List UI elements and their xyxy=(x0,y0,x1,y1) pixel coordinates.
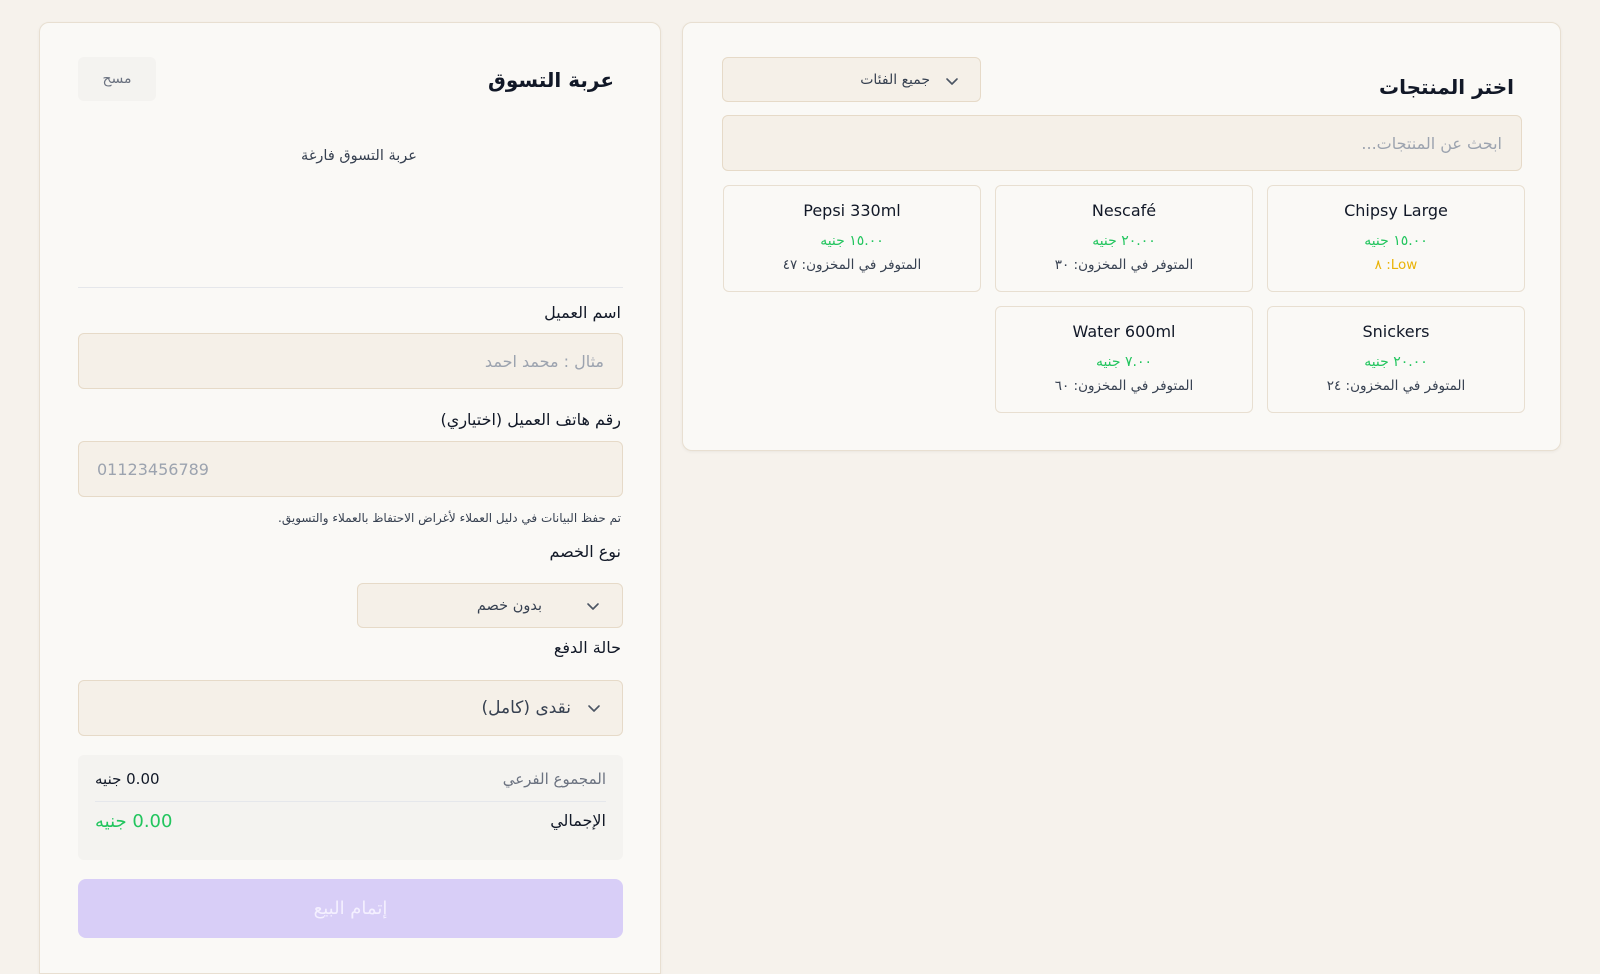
product-name: Pepsi 330ml xyxy=(803,201,901,220)
discount-type-select[interactable]: بدون خصم xyxy=(357,583,623,628)
products-panel: اختر المنتجات جميع الفئات Chipsy Large ١… xyxy=(682,22,1561,451)
product-stock-low: Low: ٨ xyxy=(1374,257,1418,273)
product-card-chipsy-large[interactable]: Chipsy Large ١٥.٠٠ جنيه Low: ٨ xyxy=(1267,185,1525,292)
discount-type-value: بدون خصم xyxy=(476,597,542,614)
product-name: Nescafé xyxy=(1091,201,1157,220)
customer-data-hint: تم حفظ البيانات في دليل العملاء لأغراض ا… xyxy=(278,511,621,525)
category-select-value: جميع الفئات xyxy=(860,71,930,88)
product-search-input[interactable] xyxy=(722,115,1522,171)
product-stock: المتوفر في المخزون: ٣٠ xyxy=(1054,257,1194,273)
product-price: ٢٠.٠٠ جنيه xyxy=(1364,354,1428,370)
payment-status-select[interactable]: نقدى (كامل) xyxy=(78,680,623,736)
totals-divider xyxy=(95,801,606,802)
product-stock: المتوفر في المخزون: ٢٤ xyxy=(1326,378,1466,394)
chevron-down-icon xyxy=(946,78,958,85)
product-card-pepsi[interactable]: Pepsi 330ml ١٥.٠٠ جنيه المتوفر في المخزو… xyxy=(723,185,981,292)
total-label: الإجمالي xyxy=(550,811,606,830)
total-value: 0.00 جنيه xyxy=(95,811,173,832)
product-name: Snickers xyxy=(1362,322,1430,341)
customer-phone-label: رقم هاتف العميل (اختياري) xyxy=(440,410,621,429)
clear-cart-button[interactable]: مسح xyxy=(78,57,156,101)
customer-name-input[interactable] xyxy=(78,333,623,389)
subtotal-value: 0.00 جنيه xyxy=(95,770,160,788)
customer-name-label: اسم العميل xyxy=(544,303,621,322)
payment-status-label: حالة الدفع xyxy=(553,638,621,657)
product-card-water[interactable]: Water 600ml ٧.٠٠ جنيه المتوفر في المخزون… xyxy=(995,306,1253,413)
chevron-down-icon xyxy=(588,705,600,712)
product-price: ٢٠.٠٠ جنيه xyxy=(1092,233,1156,249)
customer-phone-input[interactable] xyxy=(78,441,623,497)
cart-title: عربة التسوق xyxy=(487,68,614,92)
chevron-down-icon xyxy=(587,603,599,610)
product-stock: المتوفر في المخزون: ٤٧ xyxy=(782,257,922,273)
total-row: الإجمالي 0.00 جنيه xyxy=(95,811,606,832)
cart-panel: عربة التسوق مسح عربة التسوق فارغة اسم ال… xyxy=(39,22,661,974)
product-card-snickers[interactable]: Snickers ٢٠.٠٠ جنيه المتوفر في المخزون: … xyxy=(1267,306,1525,413)
category-select[interactable]: جميع الفئات xyxy=(722,57,981,102)
complete-sale-button[interactable]: إتمام البيع xyxy=(78,879,623,938)
product-price: ٧.٠٠ جنيه xyxy=(1095,354,1153,370)
products-title: اختر المنتجات xyxy=(1379,75,1514,99)
discount-type-label: نوع الخصم xyxy=(549,542,621,561)
cart-divider xyxy=(78,287,623,288)
product-stock: المتوفر في المخزون: ٦٠ xyxy=(1054,378,1194,394)
product-name: Chipsy Large xyxy=(1344,201,1448,220)
cart-empty-message: عربة التسوق فارغة xyxy=(301,148,417,164)
payment-status-value: نقدى (كامل) xyxy=(481,698,571,718)
product-price: ١٥.٠٠ جنيه xyxy=(820,233,884,249)
subtotal-label: المجموع الفرعي xyxy=(502,770,606,788)
product-card-nescafe[interactable]: Nescafé ٢٠.٠٠ جنيه المتوفر في المخزون: ٣… xyxy=(995,185,1253,292)
subtotal-row: المجموع الفرعي 0.00 جنيه xyxy=(95,770,606,788)
product-price: ١٥.٠٠ جنيه xyxy=(1364,233,1428,249)
product-name: Water 600ml xyxy=(1072,322,1176,341)
totals-summary: المجموع الفرعي 0.00 جنيه الإجمالي 0.00 ج… xyxy=(78,755,623,860)
